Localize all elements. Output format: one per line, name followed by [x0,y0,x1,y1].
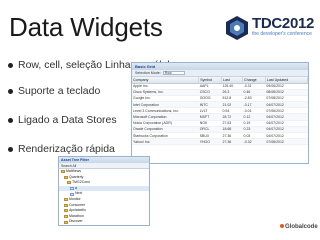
folder-icon [61,170,65,174]
tree-node-label: Report [69,225,80,226]
bullet-dot-icon [8,117,13,123]
globalcode-logo: Globalcode [280,224,318,230]
tree-node[interactable]: Report [59,225,149,226]
table-cell[interactable]: Yahoo! Inc. [132,138,199,146]
data-grid: Company Symbol Last Change Last Updated … [132,77,308,146]
slide-title: Data Widgets [9,12,163,42]
bullet-dot-icon [8,88,13,94]
tdc-logo-text: TDC2012 [252,15,315,32]
bullet-text: Suporte a teclado [18,85,101,97]
globalcode-text: Globalcode [285,224,318,230]
selection-mode-select[interactable]: Row [162,70,185,76]
folder-icon [64,209,68,213]
grid-toolbar: Selection Mode: Row [132,70,308,77]
bullet-item: Renderização rápida [8,143,115,155]
bullet-item: Suporte a teclado [8,85,100,97]
tree-list: Matthews Quarterly TMG2Conn a Next Monitor Con… [59,169,149,226]
basic-grid-window: Basic Grid Selection Mode: Row Company S… [131,62,309,164]
table-cell[interactable]: 07/08/2012 [265,138,308,146]
folder-icon [64,203,68,207]
table-cell[interactable]: YHOO [198,138,222,146]
tdc-logo-subtitle: the developer's conference [252,31,312,37]
tdc-hexagon-icon [226,16,248,40]
tdc-logo: TDC2012 the developer's conference [224,15,314,43]
file-icon [70,192,74,196]
globalcode-dot-icon [280,224,284,229]
bullet-dot-icon [8,146,13,152]
folder-icon [67,181,71,185]
bullet-text: Ligado a Data Stores [18,114,117,126]
asset-tree-window: Asset Tree Filter Search All Matthews Qua… [58,156,150,226]
folder-icon [64,215,68,219]
file-icon [70,187,74,191]
bullet-item: Ligado a Data Stores [8,114,117,126]
table-row[interactable]: Yahoo! Inc. YHOO 27.36 -0.32 07/08/2012 [132,138,308,146]
folder-icon [64,175,68,179]
table-cell[interactable]: 27.36 [221,138,243,146]
bullet-dot-icon [8,62,13,68]
folder-icon [64,220,68,224]
selection-mode-label: Selection Mode: [135,70,161,75]
bullet-text: Renderização rápida [18,143,115,155]
tree-search-label: Search All [61,164,77,168]
table-cell[interactable]: -0.32 [242,138,266,146]
folder-icon [64,198,68,202]
